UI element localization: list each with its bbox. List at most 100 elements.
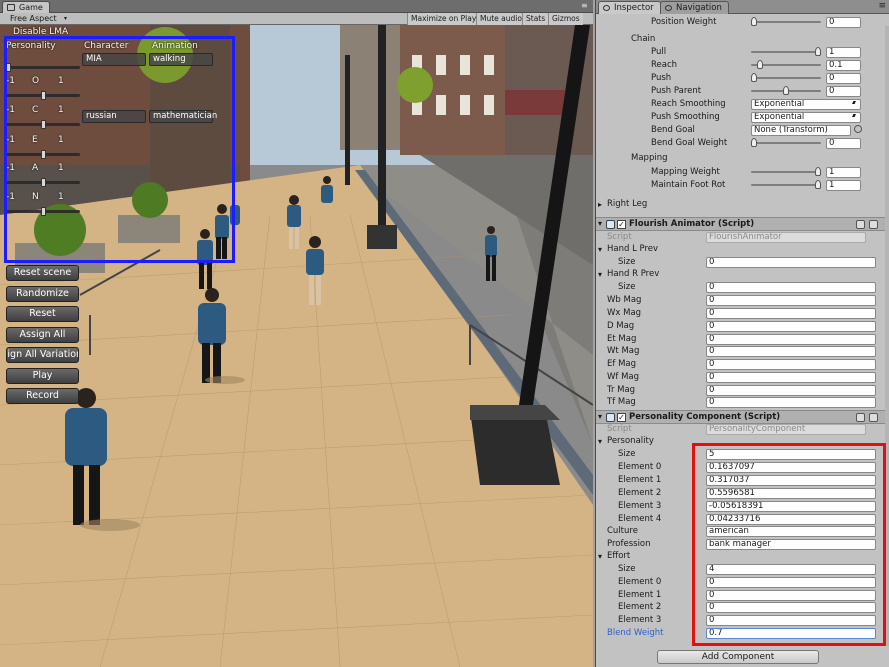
mute-audio-button[interactable]: Mute audio: [476, 13, 525, 25]
position-weight-field[interactable]: 0: [826, 17, 861, 28]
component-enabled-checkbox[interactable]: ✓: [617, 413, 626, 422]
panel-menu-icon[interactable]: ≡: [878, 1, 886, 11]
mag-row: Wf Mag 0: [596, 371, 889, 384]
mag-field[interactable]: 0: [706, 295, 876, 306]
assign-all-variations-button[interactable]: Assign All Variations: [6, 347, 79, 363]
push-parent-field[interactable]: 0: [826, 86, 861, 97]
size-label: Size: [618, 564, 636, 574]
element-label: Element 3: [618, 615, 662, 625]
mapping-weight-slider[interactable]: [751, 167, 821, 176]
hand-r-size-field[interactable]: 0: [706, 282, 876, 293]
slider-knob[interactable]: [815, 167, 821, 176]
pull-slider[interactable]: [751, 47, 821, 56]
element-label: Element 0: [618, 577, 662, 587]
maintain-foot-rot-field[interactable]: 1: [826, 180, 861, 191]
personality-component-header[interactable]: ▾ ✓ Personality Component (Script): [596, 410, 889, 424]
slider-knob[interactable]: [751, 73, 757, 82]
maximize-on-play-button[interactable]: Maximize on Play: [407, 13, 480, 25]
right-leg-foldout[interactable]: Right Leg: [596, 198, 889, 211]
slider-knob[interactable]: [751, 138, 757, 147]
push-parent-slider[interactable]: [751, 86, 821, 95]
bend-goal-field[interactable]: None (Transform): [751, 125, 851, 136]
mag-label: Wt Mag: [607, 346, 640, 356]
aspect-dropdown[interactable]: Free Aspect ▾: [2, 14, 78, 24]
component-enabled-checkbox[interactable]: ✓: [617, 220, 626, 229]
assign-all-button[interactable]: Assign All: [6, 327, 79, 343]
mag-field[interactable]: 0: [706, 372, 876, 383]
record-button[interactable]: Record: [6, 388, 79, 404]
element-label: Element 3: [618, 501, 662, 511]
mag-field[interactable]: 0: [706, 385, 876, 396]
mag-label: Ef Mag: [607, 359, 637, 369]
mapping-weight-row: Mapping Weight 1: [596, 166, 889, 179]
game-view: Game ≡ Free Aspect ▾ Maximize on Play Mu…: [0, 0, 593, 667]
push-field[interactable]: 0: [826, 73, 861, 84]
flourish-animator-header[interactable]: ▾ ✓ Flourish Animator (Script): [596, 217, 889, 231]
mag-row: Wb Mag 0: [596, 294, 889, 307]
element-label: Element 0: [618, 462, 662, 472]
gear-icon[interactable]: [869, 413, 878, 422]
mag-row: Wt Mag 0: [596, 345, 889, 358]
script-icon: [606, 220, 615, 229]
maintain-foot-rot-row: Maintain Foot Rot 1: [596, 179, 889, 192]
maintain-foot-rot-label: Maintain Foot Rot: [651, 180, 726, 190]
object-picker-icon[interactable]: [854, 125, 862, 133]
foldout-arrow-icon[interactable]: ▾: [598, 412, 602, 421]
maintain-foot-rot-slider[interactable]: [751, 180, 821, 189]
reach-smoothing-dropdown[interactable]: Exponential: [751, 99, 861, 110]
add-component-button[interactable]: Add Component: [657, 650, 819, 664]
game-icon: [7, 4, 15, 11]
gizmos-button[interactable]: Gizmos: [548, 13, 583, 25]
reset-button[interactable]: Reset: [6, 306, 79, 322]
tab-game[interactable]: Game: [2, 1, 50, 13]
mag-label: Tf Mag: [607, 397, 636, 407]
position-weight-label: Position Weight: [651, 17, 717, 27]
tab-navigation[interactable]: Navigation: [660, 1, 729, 14]
play-button[interactable]: Play: [6, 368, 79, 384]
push-slider[interactable]: [751, 73, 821, 82]
slider-knob[interactable]: [815, 180, 821, 189]
tab-inspector[interactable]: Inspector: [598, 1, 661, 14]
panel-menu-icon[interactable]: ≡: [581, 2, 589, 10]
tab-game-label: Game: [19, 3, 43, 12]
mag-field[interactable]: 0: [706, 334, 876, 345]
chain-row: Chain: [596, 33, 889, 46]
position-weight-slider[interactable]: [751, 17, 821, 26]
scene-viewport[interactable]: Disable LMA Personality Character Animat…: [0, 25, 593, 667]
mag-field[interactable]: 0: [706, 321, 876, 332]
hand-r-prev-row[interactable]: Hand R Prev: [596, 268, 889, 281]
gear-icon[interactable]: [869, 220, 878, 229]
inspector-icon: [603, 5, 610, 11]
size-label: Size: [618, 282, 636, 292]
slider-knob[interactable]: [751, 17, 757, 26]
help-icon[interactable]: [856, 413, 865, 422]
reach-field[interactable]: 0.1: [826, 60, 861, 71]
randomize-button[interactable]: Randomize: [6, 286, 79, 302]
hand-l-size-field[interactable]: 0: [706, 257, 876, 268]
hand-l-prev-row[interactable]: Hand L Prev: [596, 243, 889, 256]
mag-field[interactable]: 0: [706, 359, 876, 370]
hand-r-size-row: Size 0: [596, 281, 889, 294]
reset-scene-button[interactable]: Reset scene: [6, 265, 79, 281]
pull-field[interactable]: 1: [826, 47, 861, 58]
stats-button[interactable]: Stats: [522, 13, 549, 25]
push-label: Push: [651, 73, 672, 83]
push-smoothing-label: Push Smoothing: [651, 112, 720, 122]
slider-knob[interactable]: [783, 86, 789, 95]
blend-weight-label: Blend Weight: [607, 628, 664, 638]
push-smoothing-dropdown[interactable]: Exponential: [751, 112, 861, 123]
reach-slider[interactable]: [751, 60, 821, 69]
slider-knob[interactable]: [757, 60, 764, 69]
chain-label: Chain: [631, 34, 656, 44]
help-icon[interactable]: [856, 220, 865, 229]
bend-goal-weight-slider[interactable]: [751, 138, 821, 147]
mag-field[interactable]: 0: [706, 346, 876, 357]
hand-r-prev-label: Hand R Prev: [598, 268, 659, 281]
mapping-weight-field[interactable]: 1: [826, 167, 861, 178]
slider-knob[interactable]: [815, 47, 821, 56]
bend-goal-label: Bend Goal: [651, 125, 695, 135]
mag-field[interactable]: 0: [706, 397, 876, 408]
mag-field[interactable]: 0: [706, 308, 876, 319]
bend-goal-weight-field[interactable]: 0: [826, 138, 861, 149]
foldout-arrow-icon[interactable]: ▾: [598, 219, 602, 228]
